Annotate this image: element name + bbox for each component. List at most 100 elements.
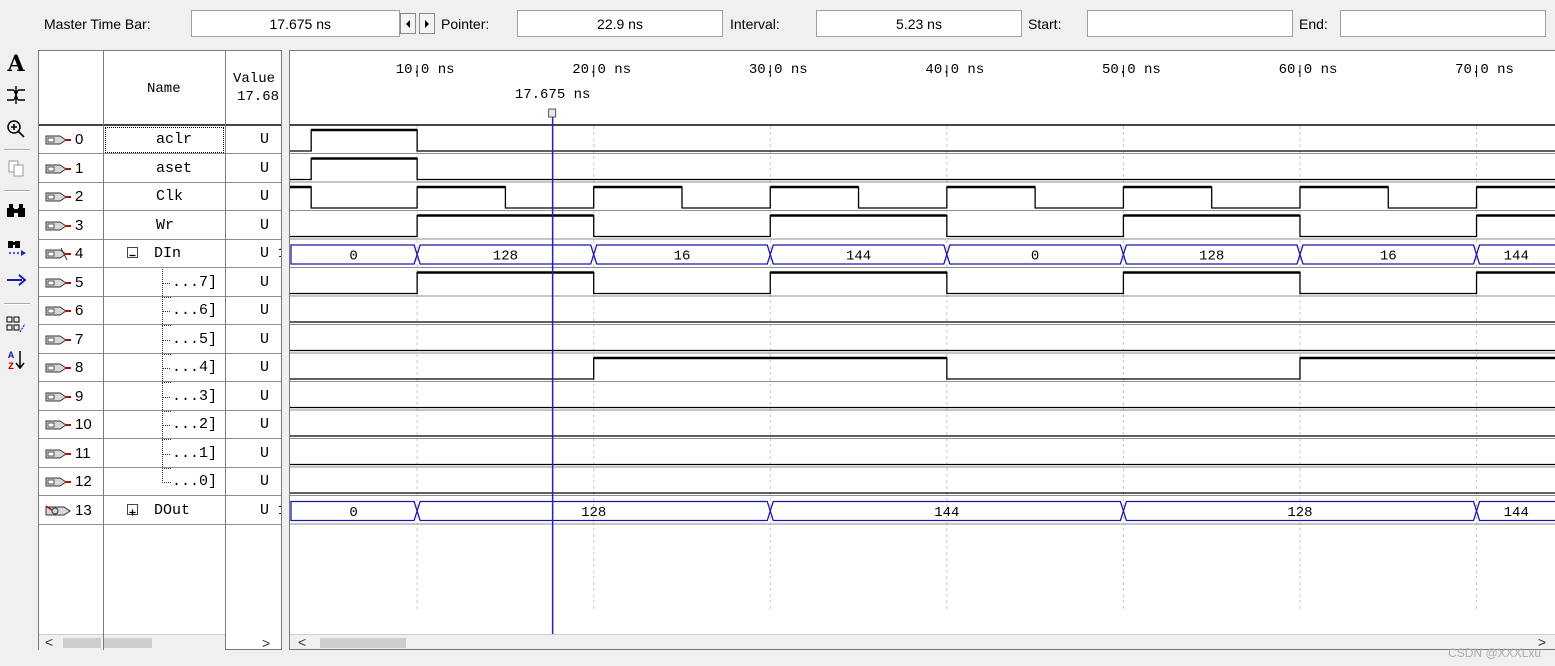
bus-value-label: 128 — [581, 505, 606, 521]
signal-name-row[interactable]: ...4] — [104, 354, 225, 383]
signal-row[interactable]: 8 — [39, 354, 103, 382]
scroll-left-icon[interactable]: < — [45, 634, 53, 650]
signal-row[interactable]: 2 — [39, 183, 103, 211]
signal-value-row: U — [226, 183, 281, 211]
signal-name: DOut — [154, 501, 191, 519]
signal-name-row[interactable]: ...1] — [104, 439, 225, 469]
signal-name-row[interactable]: ...2] — [104, 411, 225, 440]
signal-name: ...4] — [172, 359, 218, 376]
signal-row[interactable]: 4 — [39, 240, 103, 268]
signal-row[interactable]: 10 — [39, 411, 103, 439]
signal-row[interactable]: 6 — [39, 297, 103, 325]
signal-row[interactable]: 11 — [39, 440, 103, 468]
arrow-right-icon[interactable] — [3, 270, 29, 294]
waveform-edit-icon[interactable] — [3, 82, 29, 106]
signal-row[interactable]: 13 — [39, 497, 103, 525]
tree-branch-tick — [162, 282, 170, 284]
signal-value-row: U — [226, 383, 281, 411]
signal-index: 3 — [44, 217, 83, 234]
signal-index: 9 — [44, 388, 83, 405]
signal-value: U — [260, 188, 270, 205]
cursor-handle-icon[interactable] — [548, 108, 557, 118]
bus-value-label: 144 — [846, 249, 871, 265]
signal-name-row[interactable]: ...3] — [104, 382, 225, 412]
left-toolbar: A AZ — [0, 0, 35, 666]
master-time-bar-label: Master Time Bar: — [44, 16, 151, 32]
input-pin-icon — [45, 164, 71, 174]
signal-name-row[interactable]: aset — [104, 155, 225, 183]
signal-name: ...2] — [172, 416, 218, 433]
signal-name-row[interactable]: ...7] — [104, 268, 225, 298]
signal-name-row[interactable]: DIn — [104, 240, 225, 268]
signal-name-row[interactable]: Wr — [104, 212, 225, 240]
signal-index-label: 5 — [75, 273, 84, 291]
bus-value-label: 128 — [1287, 505, 1312, 521]
master-time-next-button[interactable] — [419, 13, 435, 34]
end-field[interactable] — [1340, 10, 1546, 37]
start-field[interactable] — [1087, 10, 1293, 37]
find-next-icon[interactable] — [3, 236, 29, 260]
copy-icon[interactable] — [3, 156, 29, 180]
input-pin-icon — [45, 135, 71, 145]
waveform-scroll-left-icon[interactable]: < — [298, 634, 306, 649]
name-column-header: Name — [147, 81, 181, 97]
signal-row[interactable]: 1 — [39, 155, 103, 183]
signal-row[interactable]: 7 — [39, 326, 103, 354]
signal-name-row[interactable]: Clk — [104, 183, 225, 211]
signal-name: ...1] — [172, 444, 218, 462]
master-time-prev-button[interactable] — [400, 13, 416, 34]
zoom-icon[interactable] — [3, 116, 29, 140]
signal-name-row[interactable]: DOut — [104, 497, 225, 525]
signal-name-row[interactable]: aclr — [104, 126, 225, 154]
signal-value: U — [260, 416, 270, 433]
tree-branch-tick — [162, 368, 170, 369]
signal-index: 6 — [44, 302, 83, 319]
time-bar: Master Time Bar: 17.675 ns Pointer: 22.9… — [0, 0, 1555, 44]
signal-name-row[interactable]: ...6] — [104, 297, 225, 326]
signal-name-pane: Name aclr aset Clk Wr DIn ...7] ...6] ...5] ...4… — [103, 50, 270, 651]
signal-value-row: U — [226, 297, 281, 325]
signal-value: U — [260, 302, 270, 319]
signal-index-label: 11 — [75, 444, 91, 462]
name-pane-scrollbar[interactable]: > — [104, 634, 270, 651]
signal-index-label: 8 — [75, 359, 84, 376]
interval-field: 5.23 ns — [816, 10, 1022, 37]
bus-value-label: 0 — [349, 505, 357, 521]
time-tick-label: 70.0 ns — [1455, 62, 1514, 78]
signal-waveform — [290, 157, 1555, 181]
signal-waveform — [290, 271, 1555, 295]
bus-value-label: 16 — [1380, 249, 1397, 265]
sort-icon[interactable]: AZ — [3, 346, 29, 372]
signal-value-row: U — [226, 269, 281, 297]
signal-waveform — [290, 186, 1555, 209]
signal-name: DIn — [154, 245, 182, 262]
find-icon[interactable] — [3, 200, 29, 224]
signal-index: 13 — [44, 502, 92, 519]
signal-name: ...6] — [172, 302, 218, 319]
waveform-canvas[interactable]: 10.0 ns 20.0 ns 30.0 ns 40.0 ns 50.0 ns 60.0 … — [290, 51, 1555, 650]
signal-index: 11 — [44, 445, 91, 462]
value-scroll-right-icon[interactable]: > — [262, 635, 270, 649]
signal-name-row[interactable]: ...0] — [104, 468, 225, 496]
input-pin-icon — [45, 392, 71, 402]
index-pane-scrollbar[interactable]: < — [39, 634, 103, 651]
input-pin-icon — [45, 420, 71, 430]
signal-row[interactable]: 0 — [39, 126, 103, 154]
collapse-icon[interactable] — [127, 247, 138, 258]
waveform-scrollbar[interactable]: < > — [290, 634, 1555, 649]
watermark: CSDN @XXXLxu — [1448, 646, 1541, 660]
signal-row[interactable]: 5 — [39, 269, 103, 297]
expand-icon[interactable] — [127, 503, 138, 515]
signal-row[interactable]: 3 — [39, 212, 103, 240]
signal-name-row[interactable]: ...5] — [104, 325, 225, 355]
signal-row[interactable]: 9 — [39, 383, 103, 411]
input-pin-icon — [45, 306, 71, 316]
text-tool-icon[interactable]: A — [3, 50, 29, 74]
signal-value-row: U 1: — [226, 240, 281, 268]
signal-row[interactable]: 12 — [39, 468, 103, 496]
master-time-bar-field[interactable]: 17.675 ns — [191, 10, 400, 37]
bus-value-label: 128 — [1199, 249, 1224, 265]
group-icon[interactable] — [3, 312, 29, 336]
signal-index: 10 — [44, 416, 92, 433]
start-label: Start: — [1028, 16, 1062, 32]
